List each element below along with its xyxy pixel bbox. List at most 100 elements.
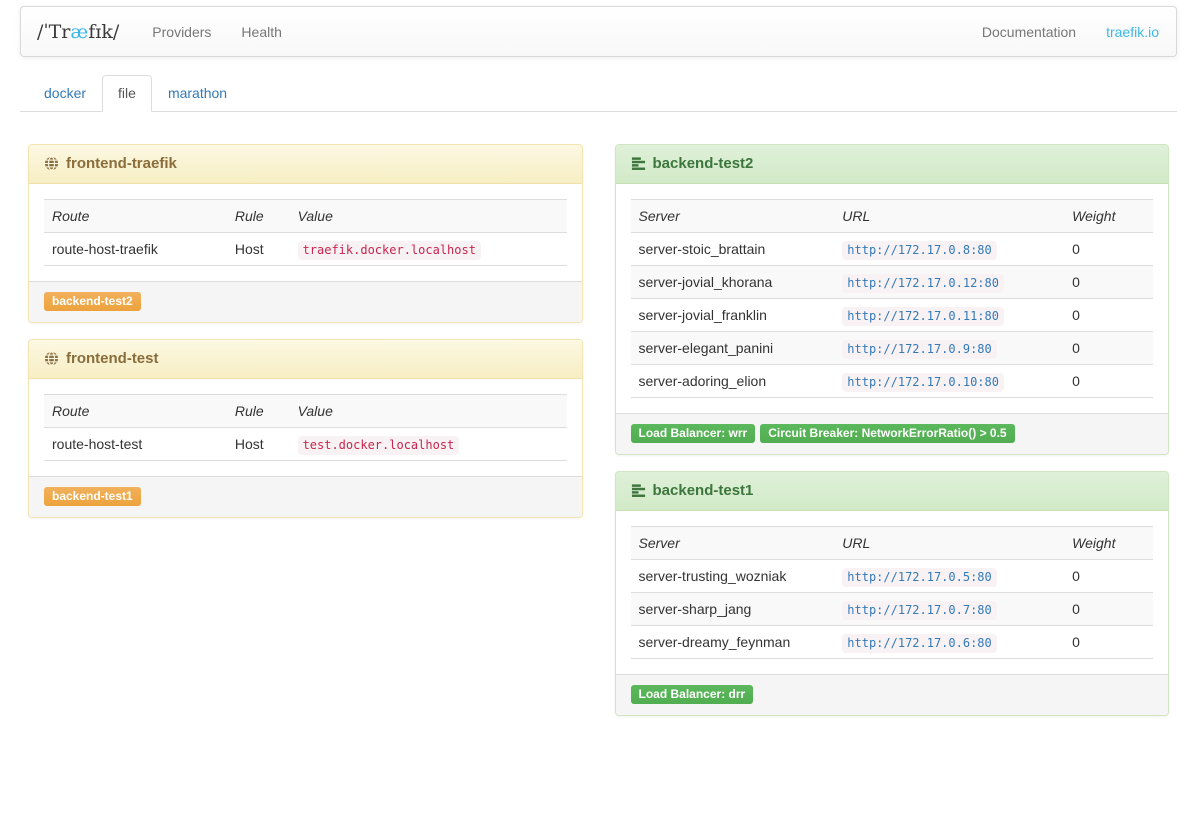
backend-panel-test2: backend-test2 Server URL Weight server — [615, 144, 1170, 455]
server-row: server-stoic_brattain http://172.17.0.8:… — [631, 233, 1154, 266]
servers-table: Server URL Weight server-stoic_brattain … — [631, 199, 1154, 398]
server-url-link[interactable]: http://172.17.0.10:80 — [847, 375, 999, 389]
column-header-url: URL — [834, 527, 1064, 560]
server-url-link[interactable]: http://172.17.0.8:80 — [847, 243, 992, 257]
server-url-link[interactable]: http://172.17.0.12:80 — [847, 276, 999, 290]
main-content: frontend-traefik Route Rule Value rout — [28, 144, 1169, 732]
backend-panel-header: backend-test2 — [616, 145, 1169, 184]
server-url-code: http://172.17.0.11:80 — [842, 307, 1004, 326]
server-url-code: http://172.17.0.10:80 — [842, 373, 1004, 392]
route-row: route-host-traefik Host traefik.docker.l… — [44, 233, 567, 266]
rule-cell: Host — [227, 233, 290, 266]
panel-title: frontend-traefik — [66, 155, 177, 172]
navbar: /ˈTræfɪk/ Providers Health Documentation… — [20, 6, 1177, 57]
server-url-cell: http://172.17.0.10:80 — [834, 365, 1064, 398]
weight-cell: 0 — [1064, 560, 1153, 593]
servers-table-header-row: Server URL Weight — [631, 200, 1154, 233]
navbar-right-links: Documentation traefik.io — [967, 7, 1176, 56]
column-header-server: Server — [631, 527, 835, 560]
server-name-cell: server-elegant_panini — [631, 332, 835, 365]
servers-table: Server URL Weight server-trusting_woznia… — [631, 526, 1154, 659]
column-header-server: Server — [631, 200, 835, 233]
server-name-cell: server-jovial_franklin — [631, 299, 835, 332]
backends-column: backend-test2 Server URL Weight server — [615, 144, 1170, 732]
backend-panel-header: backend-test1 — [616, 472, 1169, 511]
server-url-cell: http://172.17.0.6:80 — [834, 626, 1064, 659]
frontend-panel-body: Route Rule Value route-host-traefik Host… — [29, 184, 582, 281]
weight-cell: 0 — [1064, 266, 1153, 299]
circuit-breaker-badge: Circuit Breaker: NetworkErrorRatio() > 0… — [760, 424, 1014, 443]
frontend-panel-body: Route Rule Value route-host-test Host te… — [29, 379, 582, 476]
backend-panel-body: Server URL Weight server-trusting_woznia… — [616, 511, 1169, 674]
routes-table: Route Rule Value route-host-test Host te… — [44, 394, 567, 461]
weight-cell: 0 — [1064, 233, 1153, 266]
nav-item-health[interactable]: Health — [226, 7, 296, 56]
tasks-icon — [631, 156, 646, 171]
tab-file[interactable]: file — [102, 75, 152, 112]
server-url-link[interactable]: http://172.17.0.9:80 — [847, 342, 992, 356]
backend-panel-body: Server URL Weight server-stoic_brattain … — [616, 184, 1169, 413]
weight-cell: 0 — [1064, 626, 1153, 659]
weight-cell: 0 — [1064, 593, 1153, 626]
server-url-link[interactable]: http://172.17.0.5:80 — [847, 570, 992, 584]
panel-title: backend-test1 — [653, 482, 754, 499]
routes-table: Route Rule Value route-host-traefik Host… — [44, 199, 567, 266]
traefik-logo[interactable]: /ˈTræfɪk/ — [21, 7, 137, 56]
brand-text-pre: /ˈTr — [37, 21, 70, 43]
route-name-cell: route-host-traefik — [44, 233, 227, 266]
weight-cell: 0 — [1064, 332, 1153, 365]
server-url-link[interactable]: http://172.17.0.11:80 — [847, 309, 999, 323]
route-row: route-host-test Host test.docker.localho… — [44, 428, 567, 461]
backend-panel-footer: Load Balancer: drr — [616, 674, 1169, 715]
column-header-rule: Rule — [227, 395, 290, 428]
server-row: server-sharp_jang http://172.17.0.7:80 0 — [631, 593, 1154, 626]
routes-table-header-row: Route Rule Value — [44, 200, 567, 233]
frontend-panel-header: frontend-traefik — [29, 145, 582, 184]
server-row: server-dreamy_feynman http://172.17.0.6:… — [631, 626, 1154, 659]
frontends-column: frontend-traefik Route Rule Value rout — [28, 144, 583, 534]
panel-title: frontend-test — [66, 350, 159, 367]
tab-docker[interactable]: docker — [28, 75, 102, 112]
rule-value-code: traefik.docker.localhost — [298, 241, 481, 260]
frontend-panel-footer: backend-test1 — [29, 476, 582, 517]
column-header-value: Value — [290, 200, 567, 233]
server-url-code: http://172.17.0.9:80 — [842, 340, 997, 359]
load-balancer-badge: Load Balancer: wrr — [631, 424, 756, 443]
server-name-cell: server-sharp_jang — [631, 593, 835, 626]
backend-panel-footer: Load Balancer: wrr Circuit Breaker: Netw… — [616, 413, 1169, 454]
backend-panel-test1: backend-test1 Server URL Weight server — [615, 471, 1170, 716]
server-row: server-trusting_wozniak http://172.17.0.… — [631, 560, 1154, 593]
server-url-cell: http://172.17.0.11:80 — [834, 299, 1064, 332]
nav-item-traefik-io[interactable]: traefik.io — [1091, 7, 1174, 56]
server-url-code: http://172.17.0.6:80 — [842, 634, 997, 653]
server-url-link[interactable]: http://172.17.0.6:80 — [847, 636, 992, 650]
tab-marathon[interactable]: marathon — [152, 75, 243, 112]
nav-item-providers[interactable]: Providers — [137, 7, 226, 56]
routes-table-header-row: Route Rule Value — [44, 395, 567, 428]
server-row: server-elegant_panini http://172.17.0.9:… — [631, 332, 1154, 365]
frontend-panel-header: frontend-test — [29, 340, 582, 379]
server-name-cell: server-trusting_wozniak — [631, 560, 835, 593]
brand-text-post: fɪk/ — [88, 21, 119, 43]
column-header-weight: Weight — [1064, 527, 1153, 560]
value-cell: test.docker.localhost — [290, 428, 567, 461]
column-header-rule: Rule — [227, 200, 290, 233]
server-url-code: http://172.17.0.7:80 — [842, 601, 997, 620]
globe-icon — [44, 156, 59, 171]
weight-cell: 0 — [1064, 299, 1153, 332]
weight-cell: 0 — [1064, 365, 1153, 398]
server-url-code: http://172.17.0.5:80 — [842, 568, 997, 587]
column-header-route: Route — [44, 395, 227, 428]
server-row: server-jovial_franklin http://172.17.0.1… — [631, 299, 1154, 332]
server-row: server-adoring_elion http://172.17.0.10:… — [631, 365, 1154, 398]
server-name-cell: server-jovial_khorana — [631, 266, 835, 299]
servers-table-header-row: Server URL Weight — [631, 527, 1154, 560]
server-url-link[interactable]: http://172.17.0.7:80 — [847, 603, 992, 617]
rule-cell: Host — [227, 428, 290, 461]
nav-item-documentation[interactable]: Documentation — [967, 7, 1091, 56]
server-url-cell: http://172.17.0.7:80 — [834, 593, 1064, 626]
load-balancer-badge: Load Balancer: drr — [631, 685, 754, 704]
frontend-panel-footer: backend-test2 — [29, 281, 582, 322]
globe-icon — [44, 351, 59, 366]
server-url-cell: http://172.17.0.8:80 — [834, 233, 1064, 266]
